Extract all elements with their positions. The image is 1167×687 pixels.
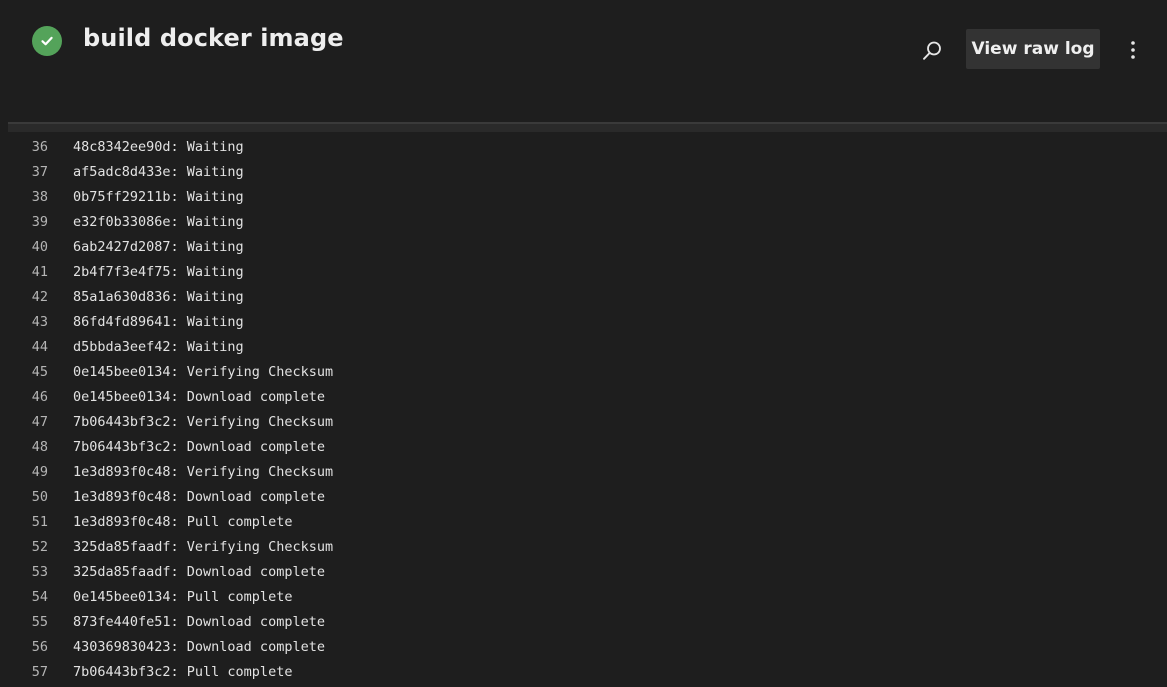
line-text: 2b4f7f3e4f75: Waiting [73,264,244,280]
search-button[interactable] [918,37,946,65]
more-options-button[interactable] [1120,36,1146,64]
log-line: 41 2b4f7f3e4f75: Waiting [0,260,1167,285]
line-text: d5bbda3eef42: Waiting [73,339,244,355]
log-line: 56 430369830423: Download complete [0,635,1167,660]
line-text: 325da85faadf: Verifying Checksum [73,539,334,555]
log-line: 54 0e145bee0134: Pull complete [0,585,1167,610]
job-header: build docker image View raw log [0,0,1167,122]
line-number[interactable]: 55 [0,610,48,635]
success-check-icon [32,26,62,56]
log-line: 38 0b75ff29211b: Waiting [0,185,1167,210]
log-lines: 3554c72f12daa9: Waiting3648c8342ee90d: W… [0,122,1167,685]
line-number[interactable]: 45 [0,360,48,385]
line-number[interactable]: 42 [0,285,48,310]
page-title: build docker image [83,24,344,52]
line-text: 430369830423: Download complete [73,639,325,655]
line-text: 1e3d893f0c48: Verifying Checksum [73,464,334,480]
log-line: 52 325da85faadf: Verifying Checksum [0,535,1167,560]
line-number[interactable]: 52 [0,535,48,560]
log-line: 43 86fd4fd89641: Waiting [0,310,1167,335]
log-line: 44 d5bbda3eef42: Waiting [0,335,1167,360]
line-number[interactable]: 40 [0,235,48,260]
log-line: 39 e32f0b33086e: Waiting [0,210,1167,235]
line-text: 7b06443bf3c2: Verifying Checksum [73,414,334,430]
log-line: 46 0e145bee0134: Download complete [0,385,1167,410]
line-number[interactable]: 48 [0,435,48,460]
line-text: 6ab2427d2087: Waiting [73,239,244,255]
line-number[interactable]: 39 [0,210,48,235]
log-line: 40 6ab2427d2087: Waiting [0,235,1167,260]
line-text: 0e145bee0134: Pull complete [73,589,293,605]
line-text: 86fd4fd89641: Waiting [73,314,244,330]
log-line: 36 48c8342ee90d: Waiting [0,135,1167,160]
log-line: 57 7b06443bf3c2: Pull complete [0,660,1167,685]
line-text: 7b06443bf3c2: Download complete [73,439,325,455]
line-number[interactable]: 43 [0,310,48,335]
line-text: 873fe440fe51: Download complete [73,614,325,630]
line-number[interactable]: 53 [0,560,48,585]
line-number[interactable]: 41 [0,260,48,285]
line-text: 7b06443bf3c2: Pull complete [73,664,293,680]
log-line: 50 1e3d893f0c48: Download complete [0,485,1167,510]
log-line: 49 1e3d893f0c48: Verifying Checksum [0,460,1167,485]
view-raw-log-button[interactable]: View raw log [966,29,1100,69]
line-text: 1e3d893f0c48: Pull complete [73,514,293,530]
log-line: 47 7b06443bf3c2: Verifying Checksum [0,410,1167,435]
line-number[interactable]: 49 [0,460,48,485]
line-text: 1e3d893f0c48: Download complete [73,489,325,505]
line-number[interactable]: 46 [0,385,48,410]
line-text: 0b75ff29211b: Waiting [73,189,244,205]
log-line: 51 1e3d893f0c48: Pull complete [0,510,1167,535]
log-line: 53 325da85faadf: Download complete [0,560,1167,585]
checkmark-icon [41,36,53,46]
log-line: 45 0e145bee0134: Verifying Checksum [0,360,1167,385]
line-text: af5adc8d433e: Waiting [73,164,244,180]
line-text: 0e145bee0134: Verifying Checksum [73,364,334,380]
log-line: 37 af5adc8d433e: Waiting [0,160,1167,185]
line-text: 48c8342ee90d: Waiting [73,139,244,155]
line-number[interactable]: 47 [0,410,48,435]
line-number[interactable]: 44 [0,335,48,360]
log-line: 48 7b06443bf3c2: Download complete [0,435,1167,460]
log-line: 42 85a1a630d836: Waiting [0,285,1167,310]
line-number[interactable]: 36 [0,135,48,160]
log-line: 55 873fe440fe51: Download complete [0,610,1167,635]
line-number[interactable]: 37 [0,160,48,185]
search-icon [923,41,941,60]
line-text: 85a1a630d836: Waiting [73,289,244,305]
line-number[interactable]: 56 [0,635,48,660]
line-number[interactable]: 38 [0,185,48,210]
line-number[interactable]: 54 [0,585,48,610]
more-vertical-icon [1131,41,1135,59]
line-text: e32f0b33086e: Waiting [73,214,244,230]
log-viewer[interactable]: 3554c72f12daa9: Waiting3648c8342ee90d: W… [0,122,1167,687]
line-number[interactable]: 57 [0,660,48,685]
line-number[interactable]: 51 [0,510,48,535]
line-text: 325da85faadf: Download complete [73,564,325,580]
line-text: 0e145bee0134: Download complete [73,389,325,405]
line-number[interactable]: 50 [0,485,48,510]
log-scroll-top-edge [8,122,1167,132]
